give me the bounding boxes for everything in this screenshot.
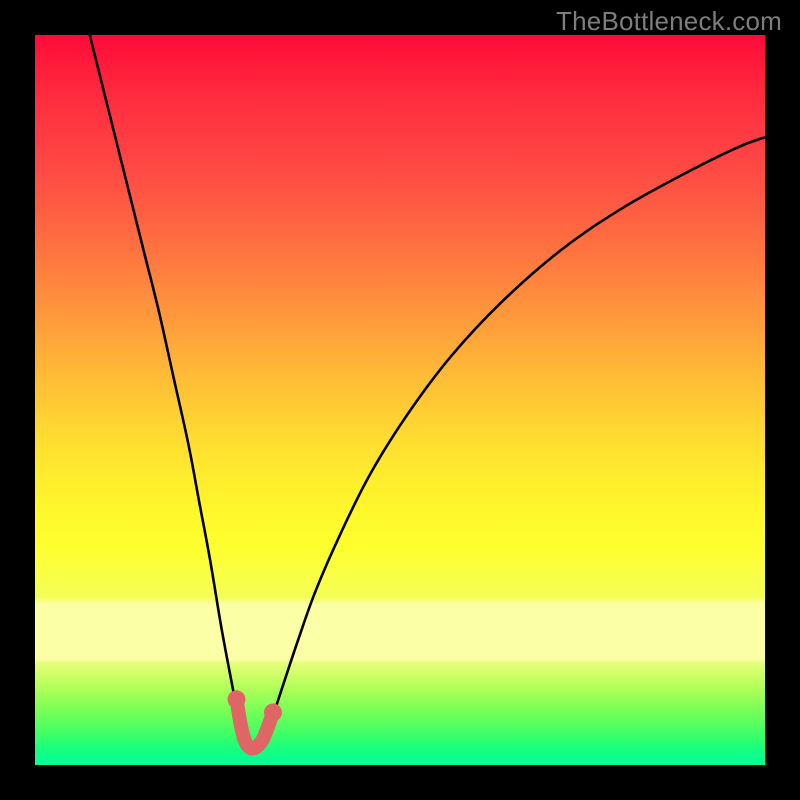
curve-layer — [35, 35, 765, 765]
chart-container: TheBottleneck.com — [0, 0, 800, 800]
watermark-text: TheBottleneck.com — [556, 6, 782, 37]
plot-area — [35, 35, 765, 765]
highlight-dot — [264, 703, 282, 721]
bottleneck-curve — [90, 35, 765, 749]
highlight-dot — [227, 690, 245, 708]
